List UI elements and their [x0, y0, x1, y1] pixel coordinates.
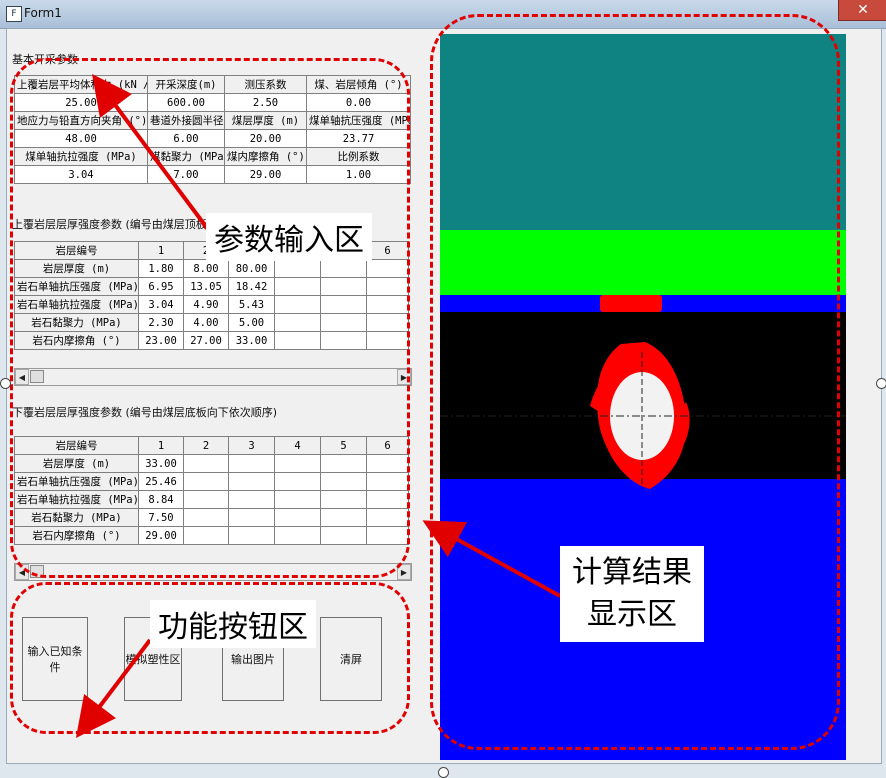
result-area-callout: 计算结果 显示区 [560, 546, 704, 642]
param-area-arrow [92, 73, 212, 234]
resize-handle-left[interactable] [0, 378, 11, 389]
result-area-arrow [422, 520, 561, 598]
result-callout-line1: 计算结果 [572, 555, 692, 590]
annotation-arrows [75, 73, 561, 738]
button-area-arrow [75, 638, 152, 738]
resize-handle-bottom[interactable] [438, 767, 449, 778]
result-callout-line2: 显示区 [587, 597, 677, 632]
param-area-callout: 参数输入区 [206, 213, 372, 261]
resize-handle-right[interactable] [876, 378, 886, 389]
button-area-callout: 功能按钮区 [150, 600, 316, 648]
